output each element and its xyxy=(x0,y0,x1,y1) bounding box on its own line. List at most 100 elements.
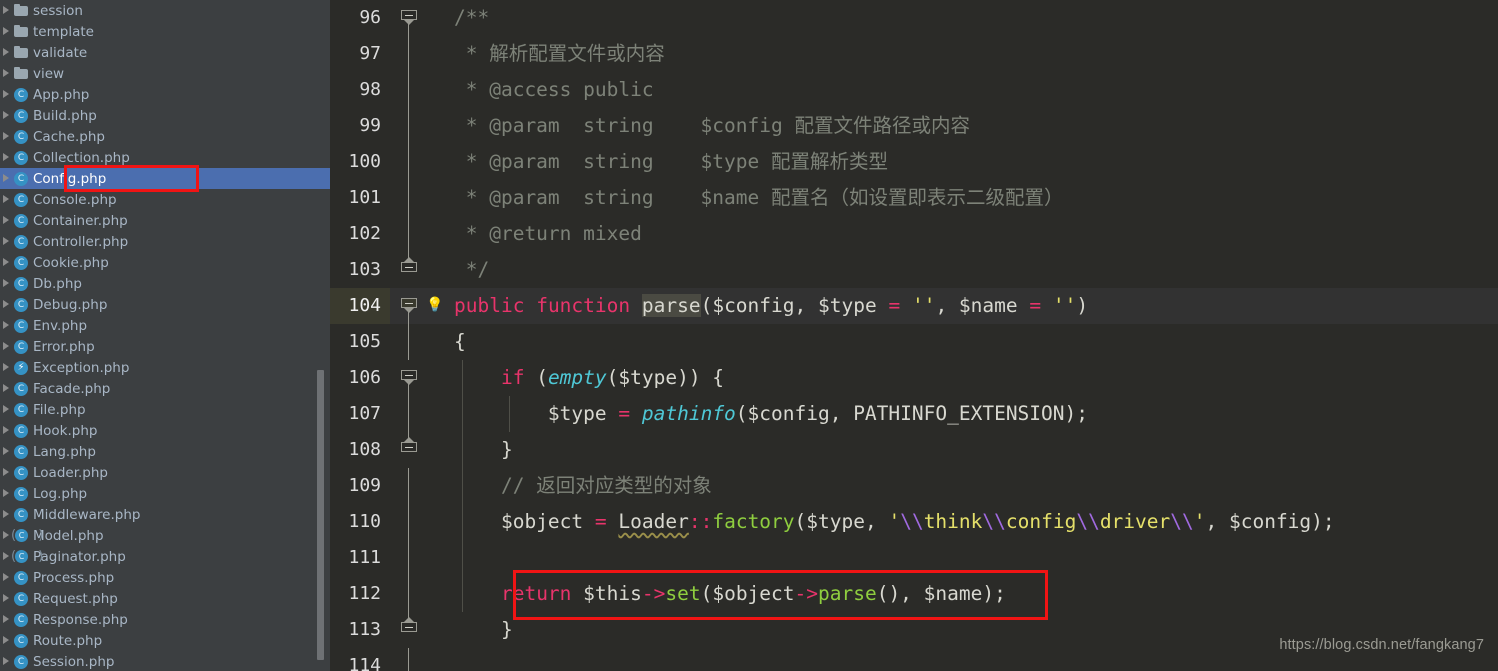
code-text[interactable]: $type = pathinfo($config, PATHINFO_EXTEN… xyxy=(428,396,1498,432)
tree-item-build-php[interactable]: Build.php xyxy=(0,105,330,126)
fold-collapse-icon[interactable] xyxy=(401,298,417,313)
code-text[interactable]: $object = Loader::factory($type, '\\thin… xyxy=(428,504,1498,540)
chevron-right-icon[interactable] xyxy=(0,147,13,168)
line-number[interactable]: 104 xyxy=(330,288,390,324)
chevron-right-icon[interactable] xyxy=(0,378,13,399)
tree-item-lang-php[interactable]: Lang.php xyxy=(0,441,330,462)
chevron-right-icon[interactable] xyxy=(0,504,13,525)
tree-item-env-php[interactable]: Env.php xyxy=(0,315,330,336)
code-text[interactable]: */ xyxy=(428,252,1498,288)
fold-gutter[interactable] xyxy=(390,432,428,468)
line-number[interactable]: 109 xyxy=(330,468,390,504)
line-number[interactable]: 107 xyxy=(330,396,390,432)
fold-collapse-icon[interactable] xyxy=(401,370,417,385)
tree-item-collection-php[interactable]: Collection.php xyxy=(0,147,330,168)
fold-gutter[interactable] xyxy=(390,576,428,612)
fold-gutter[interactable] xyxy=(390,72,428,108)
line-number[interactable]: 101 xyxy=(330,180,390,216)
code-text[interactable]: // 返回对应类型的对象 xyxy=(428,468,1498,504)
fold-gutter[interactable] xyxy=(390,180,428,216)
chevron-right-icon[interactable] xyxy=(0,567,13,588)
line-number[interactable]: 112 xyxy=(330,576,390,612)
tree-item-route-php[interactable]: Route.php xyxy=(0,630,330,651)
chevron-right-icon[interactable] xyxy=(0,105,13,126)
code-line-110[interactable]: 110 $object = Loader::factory($type, '\\… xyxy=(330,504,1498,540)
line-number[interactable]: 108 xyxy=(330,432,390,468)
sidebar-vertical-scrollbar[interactable] xyxy=(317,370,324,660)
chevron-right-icon[interactable] xyxy=(0,0,13,21)
tree-item-paginator-php[interactable]: Paginator.php xyxy=(0,546,330,567)
chevron-right-icon[interactable] xyxy=(0,336,13,357)
line-number[interactable]: 105 xyxy=(330,324,390,360)
chevron-right-icon[interactable] xyxy=(0,651,13,671)
chevron-right-icon[interactable] xyxy=(0,441,13,462)
line-number[interactable]: 98 xyxy=(330,72,390,108)
tree-item-view[interactable]: view xyxy=(0,63,330,84)
code-line-111[interactable]: 111 xyxy=(330,540,1498,576)
fold-collapse-icon[interactable] xyxy=(401,10,417,25)
tree-item-loader-php[interactable]: Loader.php xyxy=(0,462,330,483)
chevron-right-icon[interactable] xyxy=(0,63,13,84)
line-number[interactable]: 100 xyxy=(330,144,390,180)
tree-item-validate[interactable]: validate xyxy=(0,42,330,63)
code-text[interactable]: * @param string $config 配置文件路径或内容 xyxy=(428,108,1498,144)
fold-gutter[interactable] xyxy=(390,504,428,540)
code-text[interactable]: { xyxy=(428,324,1498,360)
project-file-tree[interactable]: session template validate view App.php Build.… xyxy=(0,0,330,671)
code-text[interactable]: /** xyxy=(428,0,1498,36)
code-line-106[interactable]: 106 if (empty($type)) { xyxy=(330,360,1498,396)
line-number[interactable]: 103 xyxy=(330,252,390,288)
code-text[interactable]: * @return mixed xyxy=(428,216,1498,252)
fold-collapse-icon[interactable] xyxy=(401,257,417,275)
line-number[interactable]: 96 xyxy=(330,0,390,36)
code-line-105[interactable]: 105 { xyxy=(330,324,1498,360)
fold-gutter[interactable] xyxy=(390,612,428,648)
tree-item-model-php[interactable]: Model.php xyxy=(0,525,330,546)
tree-item-console-php[interactable]: Console.php xyxy=(0,189,330,210)
chevron-right-icon[interactable] xyxy=(0,588,13,609)
chevron-right-icon[interactable] xyxy=(0,420,13,441)
chevron-right-icon[interactable] xyxy=(0,126,13,147)
tree-item-controller-php[interactable]: Controller.php xyxy=(0,231,330,252)
code-line-103[interactable]: 103 */ xyxy=(330,252,1498,288)
line-number[interactable]: 111 xyxy=(330,540,390,576)
tree-item-middleware-php[interactable]: Middleware.php xyxy=(0,504,330,525)
line-number[interactable]: 102 xyxy=(330,216,390,252)
code-text[interactable]: if (empty($type)) { xyxy=(428,360,1498,396)
tree-item-exception-php[interactable]: Exception.php xyxy=(0,357,330,378)
tree-item-config-php[interactable]: Config.php xyxy=(0,168,330,189)
code-text[interactable]: * 解析配置文件或内容 xyxy=(428,36,1498,72)
tree-item-process-php[interactable]: Process.php xyxy=(0,567,330,588)
code-line-99[interactable]: 99 * @param string $config 配置文件路径或内容 xyxy=(330,108,1498,144)
line-number[interactable]: 113 xyxy=(330,612,390,648)
line-number[interactable]: 114 xyxy=(330,648,390,671)
tree-item-debug-php[interactable]: Debug.php xyxy=(0,294,330,315)
chevron-right-icon[interactable] xyxy=(0,252,13,273)
code-text[interactable] xyxy=(428,540,1498,576)
code-line-108[interactable]: 108 } xyxy=(330,432,1498,468)
tree-item-template[interactable]: template xyxy=(0,21,330,42)
tree-item-session-php[interactable]: Session.php xyxy=(0,651,330,671)
chevron-right-icon[interactable] xyxy=(0,231,13,252)
tree-item-cookie-php[interactable]: Cookie.php xyxy=(0,252,330,273)
code-text[interactable]: * @param string $type 配置解析类型 xyxy=(428,144,1498,180)
code-line-104[interactable]: 104 💡 public function parse($config, $type… xyxy=(330,288,1498,324)
code-editor-pane[interactable]: 96/** 97 * 解析配置文件或内容 98 * @access public 99… xyxy=(330,0,1498,671)
tree-item-facade-php[interactable]: Facade.php xyxy=(0,378,330,399)
chevron-right-icon[interactable] xyxy=(0,609,13,630)
code-text[interactable]: * @param string $name 配置名（如设置即表示二级配置） xyxy=(428,180,1498,216)
code-line-112[interactable]: 112 return $this->set($object->parse(), … xyxy=(330,576,1498,612)
chevron-right-icon[interactable] xyxy=(0,357,13,378)
code-line-107[interactable]: 107 $type = pathinfo($config, PATHINFO_E… xyxy=(330,396,1498,432)
project-tool-window[interactable]: session template validate view App.php Build.… xyxy=(0,0,330,671)
chevron-right-icon[interactable] xyxy=(0,21,13,42)
tree-item-hook-php[interactable]: Hook.php xyxy=(0,420,330,441)
chevron-right-icon[interactable] xyxy=(0,294,13,315)
tree-item-app-php[interactable]: App.php xyxy=(0,84,330,105)
chevron-right-icon[interactable] xyxy=(0,315,13,336)
code-text[interactable]: } xyxy=(428,432,1498,468)
tree-item-session[interactable]: session xyxy=(0,0,330,21)
tree-item-error-php[interactable]: Error.php xyxy=(0,336,330,357)
tree-item-response-php[interactable]: Response.php xyxy=(0,609,330,630)
code-text[interactable]: * @access public xyxy=(428,72,1498,108)
